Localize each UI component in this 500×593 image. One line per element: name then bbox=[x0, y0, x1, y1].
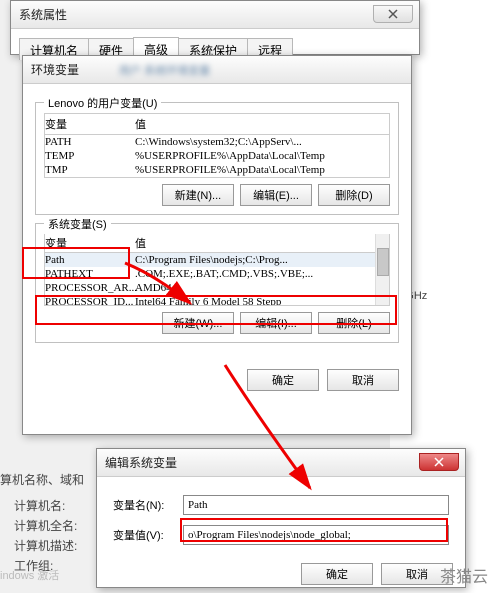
scrollbar[interactable] bbox=[375, 234, 389, 305]
sys-vars-group: 系统变量(S) 变量值 PathC:\Program Files\nodejs;… bbox=[35, 223, 399, 343]
varvalue-input[interactable] bbox=[183, 525, 449, 545]
sysprop-title: 系统属性 bbox=[19, 6, 67, 23]
envvar-dialog-buttons: 确定 取消 bbox=[23, 361, 411, 399]
edit-user-button[interactable]: 编辑(E)... bbox=[240, 184, 312, 206]
list-item[interactable]: PATHEXT.COM;.EXE;.BAT;.CMD;.VBS;.VBE;... bbox=[45, 267, 389, 281]
scroll-thumb[interactable] bbox=[377, 248, 389, 276]
close-button[interactable] bbox=[419, 453, 459, 471]
list-item[interactable]: PROCESSOR_ID...Intel64 Family 6 Model 58… bbox=[45, 295, 389, 306]
list-item[interactable]: PROCESSOR_AR...AMD64 bbox=[45, 281, 389, 295]
envvar-title: 环境变量 bbox=[31, 61, 79, 78]
sys-buttons: 新建(W)... 编辑(I)... 删除(L) bbox=[44, 312, 390, 334]
edit-sys-button[interactable]: 编辑(I)... bbox=[240, 312, 312, 334]
varname-input[interactable] bbox=[183, 495, 449, 515]
system-properties-window: 系统属性 计算机名 硬件 高级 系统保护 远程 bbox=[10, 0, 420, 55]
new-sys-button[interactable]: 新建(W)... bbox=[162, 312, 234, 334]
windows-activate: indows 激活 bbox=[0, 567, 59, 583]
editdlg-buttons: 确定 取消 bbox=[97, 555, 465, 593]
edit-variable-dialog: 编辑系统变量 变量名(N): 变量值(V): 确定 取消 bbox=[96, 448, 466, 588]
user-rows[interactable]: PATHC:\Windows\system32;C:\AppServ\... T… bbox=[44, 135, 390, 178]
list-item[interactable]: TEMP%USERPROFILE%\AppData\Local\Temp bbox=[45, 149, 389, 163]
editdlg-titlebar: 编辑系统变量 bbox=[97, 449, 465, 477]
sys-rows[interactable]: 变量值 PathC:\Program Files\nodejs;C:\Prog.… bbox=[44, 234, 390, 306]
varvalue-row: 变量值(V): bbox=[113, 525, 449, 545]
cancel-button[interactable]: 取消 bbox=[327, 369, 399, 391]
envvar-body: Lenovo 的用户变量(U) 变量 值 PATHC:\Windows\syst… bbox=[23, 84, 411, 361]
user-vars-group: Lenovo 的用户变量(U) 变量 值 PATHC:\Windows\syst… bbox=[35, 102, 399, 215]
env-variables-dialog: 环境变量 用户 系统环境变量 Lenovo 的用户变量(U) 变量 值 PATH… bbox=[22, 55, 412, 435]
blurred-text: 用户 系统环境变量 bbox=[119, 62, 210, 78]
ok-button[interactable]: 确定 bbox=[247, 369, 319, 391]
user-list-header: 变量 值 bbox=[44, 113, 390, 135]
editdlg-body: 变量名(N): 变量值(V): bbox=[97, 477, 465, 545]
sys-vars-title: 系统变量(S) bbox=[44, 216, 111, 232]
watermark: 茶猫云 bbox=[440, 563, 488, 587]
delete-user-button[interactable]: 删除(D) bbox=[318, 184, 390, 206]
new-user-button[interactable]: 新建(N)... bbox=[162, 184, 234, 206]
editdlg-title: 编辑系统变量 bbox=[105, 454, 177, 471]
list-item[interactable]: PATHC:\Windows\system32;C:\AppServ\... bbox=[45, 135, 389, 149]
user-buttons: 新建(N)... 编辑(E)... 删除(D) bbox=[44, 184, 390, 206]
varname-row: 变量名(N): bbox=[113, 495, 449, 515]
sys-list-header: 变量值 bbox=[45, 234, 389, 253]
ok-button[interactable]: 确定 bbox=[301, 563, 373, 585]
varname-label: 变量名(N): bbox=[113, 497, 183, 513]
envvar-titlebar: 环境变量 用户 系统环境变量 bbox=[23, 56, 411, 84]
varvalue-label: 变量值(V): bbox=[113, 527, 183, 543]
close-button[interactable] bbox=[373, 5, 413, 23]
list-item[interactable]: TMP%USERPROFILE%\AppData\Local\Temp bbox=[45, 163, 389, 177]
col-variable: 变量 bbox=[45, 116, 135, 132]
list-item[interactable]: PathC:\Program Files\nodejs;C:\Prog... bbox=[45, 253, 389, 267]
sysprop-titlebar: 系统属性 bbox=[11, 1, 419, 29]
delete-sys-button[interactable]: 删除(L) bbox=[318, 312, 390, 334]
col-value: 值 bbox=[135, 116, 389, 132]
bg-labels: 算机名称、域和 计算机名: 计算机全名: 计算机描述: 工作组: bbox=[0, 470, 84, 576]
user-vars-title: Lenovo 的用户变量(U) bbox=[44, 95, 161, 111]
